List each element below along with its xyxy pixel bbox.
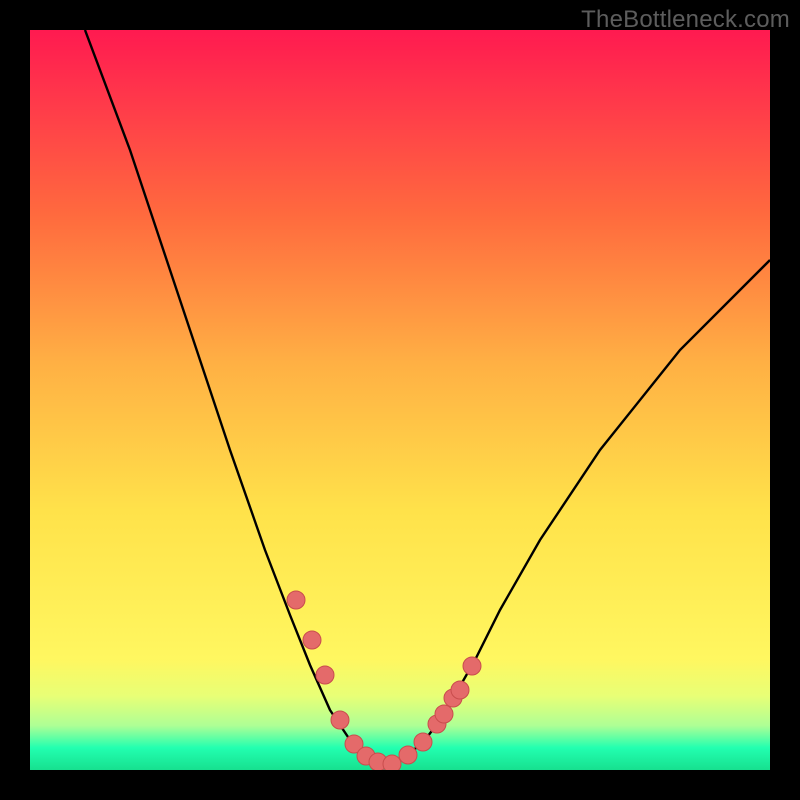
dot: [287, 591, 305, 609]
watermark-text: TheBottleneck.com: [581, 6, 790, 34]
dot: [463, 657, 481, 675]
dot: [399, 746, 417, 764]
dot: [414, 733, 432, 751]
dot: [316, 666, 334, 684]
bottleneck-curve: [85, 30, 770, 765]
dot: [451, 681, 469, 699]
chart-frame: TheBottleneck.com: [0, 0, 800, 800]
dot: [435, 705, 453, 723]
dot: [383, 755, 401, 770]
plot-area: [30, 30, 770, 770]
dot: [303, 631, 321, 649]
chart-svg: [30, 30, 770, 770]
dot: [331, 711, 349, 729]
